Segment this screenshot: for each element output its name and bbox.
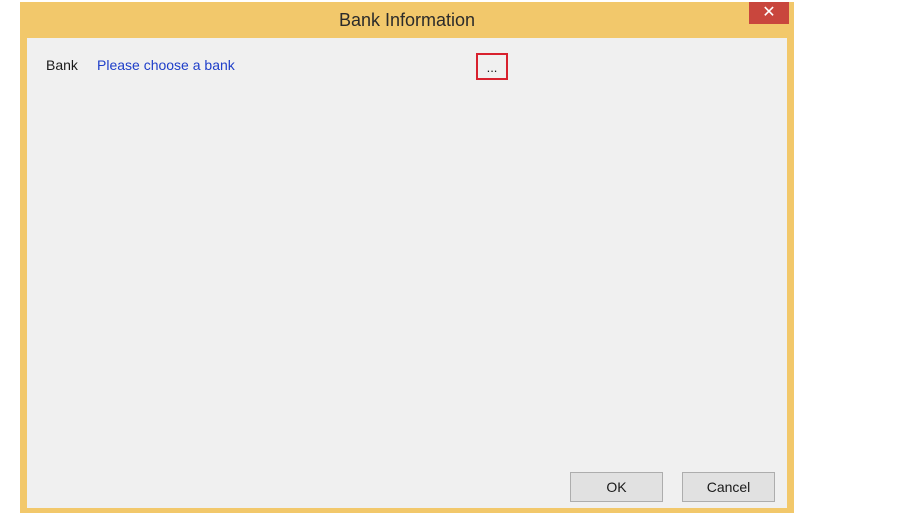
dialog-title: Bank Information [338,10,476,30]
title-bar[interactable]: Bank Information ✕ [20,2,794,38]
bank-information-dialog: Bank Information ✕ Bank Please choose a … [20,2,794,513]
ok-button[interactable]: OK [570,472,663,502]
browse-bank-button[interactable]: ... [476,53,508,80]
bank-selection-link[interactable]: Please choose a bank [97,57,235,73]
close-icon: ✕ [762,4,776,21]
close-button[interactable]: ✕ [749,2,789,24]
dialog-content: Bank Please choose a bank ... OK Cancel [27,38,787,508]
bank-label: Bank [46,57,78,73]
cancel-button[interactable]: Cancel [682,472,775,502]
